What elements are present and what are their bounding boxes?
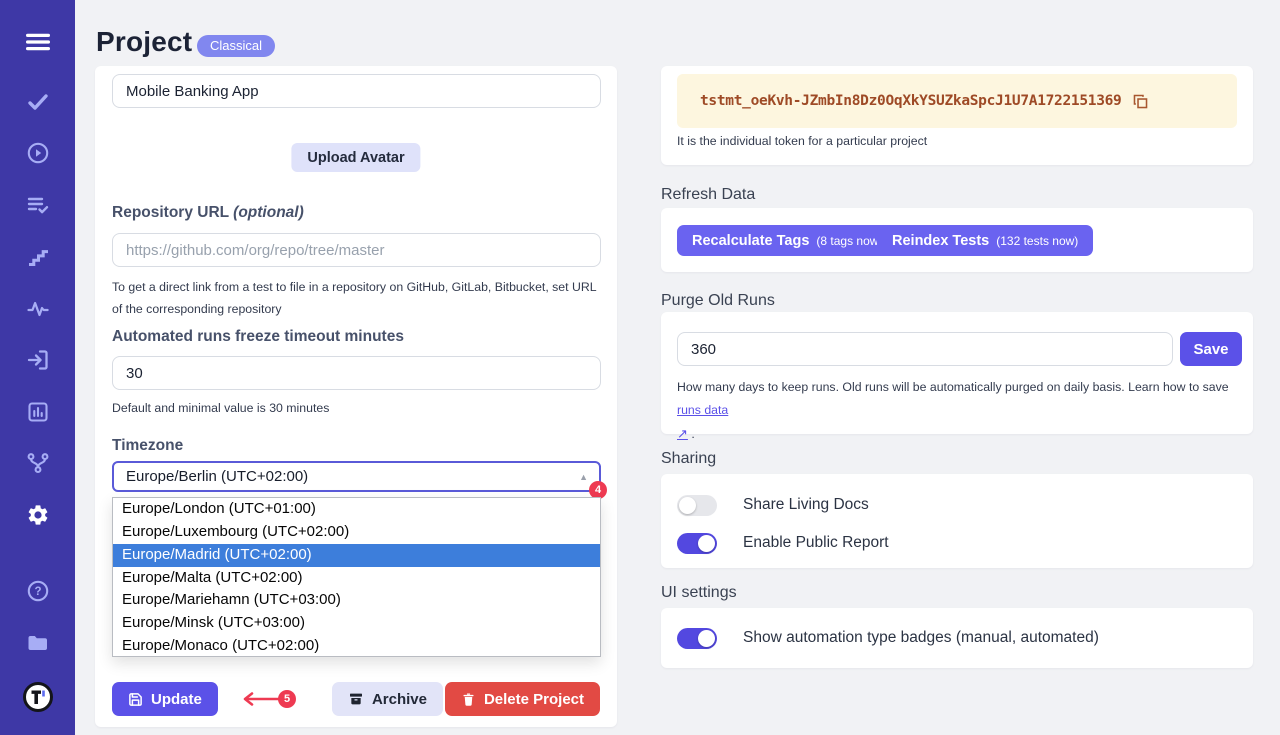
- branch-icon[interactable]: [26, 451, 50, 475]
- log-in-icon[interactable]: [26, 348, 50, 372]
- save-button[interactable]: Save: [1180, 332, 1242, 366]
- recalculate-tags-button[interactable]: Recalculate Tags (8 tags now): [677, 225, 897, 256]
- token-help-text: It is the individual token for a particu…: [677, 134, 927, 148]
- timezone-option[interactable]: Europe/Monaco (UTC+02:00): [113, 635, 600, 657]
- menu-icon[interactable]: [26, 30, 50, 54]
- timezone-option[interactable]: Europe/Minsk (UTC+03:00): [113, 612, 600, 635]
- annotation-arrow-left: [239, 692, 281, 711]
- external-link-icon[interactable]: ↗: [677, 426, 688, 441]
- timezone-label: Timezone: [112, 437, 183, 455]
- repository-url-input[interactable]: [112, 233, 601, 267]
- freeze-timeout-help: Default and minimal value is 30 minutes: [112, 397, 329, 419]
- project-token-value: tstmt_oeKvh-JZmbIn8Dz0OqXkYSUZkaSpcJ1U7A…: [700, 93, 1122, 109]
- toggle-knob: [698, 535, 715, 552]
- archive-icon: [348, 691, 364, 707]
- upload-avatar-button[interactable]: Upload Avatar: [291, 143, 420, 172]
- check-icon[interactable]: [26, 90, 50, 114]
- enable-public-report-toggle[interactable]: [677, 533, 717, 554]
- toggle-knob: [698, 630, 715, 647]
- repository-url-help: To get a direct link from a test to file…: [112, 276, 601, 320]
- logo-icon[interactable]: [22, 681, 54, 713]
- save-icon: [128, 692, 143, 707]
- sidebar: ?: [0, 0, 75, 735]
- svg-text:?: ?: [34, 586, 41, 598]
- project-name-input[interactable]: [112, 74, 601, 108]
- update-button[interactable]: Update: [112, 682, 218, 716]
- delete-project-button[interactable]: Delete Project: [445, 682, 600, 716]
- bar-chart-icon[interactable]: [26, 400, 50, 424]
- stairs-icon[interactable]: [26, 245, 50, 269]
- refresh-data-card: Recalculate Tags (8 tags now) Reindex Te…: [661, 208, 1253, 272]
- page-title: Project: [96, 26, 192, 58]
- sharing-card: Share Living Docs Enable Public Report: [661, 474, 1253, 568]
- freeze-timeout-input[interactable]: [112, 356, 601, 390]
- optional-hint: (optional): [233, 204, 304, 221]
- toggle-knob: [679, 497, 696, 514]
- enable-public-report-row: Enable Public Report: [677, 528, 1237, 558]
- chevron-up-icon: ▲: [579, 472, 588, 482]
- activity-icon[interactable]: [26, 297, 50, 321]
- ui-settings-heading: UI settings: [661, 584, 737, 602]
- timezone-option[interactable]: Europe/London (UTC+01:00): [113, 498, 600, 521]
- purge-help-text: How many days to keep runs. Old runs wil…: [677, 376, 1243, 446]
- share-living-docs-toggle[interactable]: [677, 495, 717, 516]
- ui-settings-card: Show automation type badges (manual, aut…: [661, 608, 1253, 668]
- annotation-badge-5: 5: [278, 690, 296, 708]
- timezone-dropdown-list: Europe/London (UTC+01:00) Europe/Luxembo…: [112, 497, 601, 657]
- project-form-card: Upload Avatar Repository URL (optional) …: [95, 66, 617, 727]
- toggle-label: Enable Public Report: [743, 534, 889, 552]
- share-living-docs-row: Share Living Docs: [677, 490, 1237, 520]
- play-circle-icon[interactable]: [26, 141, 50, 165]
- trash-icon: [461, 692, 476, 707]
- form-actions: Update 5 Archive Delete Project: [112, 682, 600, 716]
- sharing-heading: Sharing: [661, 450, 716, 468]
- help-icon[interactable]: ?: [26, 579, 50, 603]
- purge-old-runs-heading: Purge Old Runs: [661, 292, 775, 310]
- token-card: tstmt_oeKvh-JZmbIn8Dz0OqXkYSUZkaSpcJ1U7A…: [661, 66, 1253, 165]
- gear-icon[interactable]: [26, 503, 50, 527]
- automation-badges-toggle[interactable]: [677, 628, 717, 649]
- purge-old-runs-card: Save How many days to keep runs. Old run…: [661, 312, 1253, 434]
- runs-data-link[interactable]: runs data: [677, 403, 728, 417]
- project-token-box: tstmt_oeKvh-JZmbIn8Dz0OqXkYSUZkaSpcJ1U7A…: [677, 74, 1237, 128]
- timezone-option[interactable]: Europe/Mariehamn (UTC+03:00): [113, 589, 600, 612]
- list-check-icon[interactable]: [26, 193, 50, 217]
- refresh-data-heading: Refresh Data: [661, 186, 755, 204]
- copy-icon[interactable]: [1132, 93, 1149, 110]
- reindex-tests-button[interactable]: Reindex Tests (132 tests now): [877, 225, 1093, 256]
- project-type-badge: Classical: [197, 35, 275, 57]
- timezone-option[interactable]: Europe/Luxembourg (UTC+02:00): [113, 521, 600, 544]
- timezone-select[interactable]: Europe/Berlin (UTC+02:00) ▲ 4: [112, 461, 601, 492]
- repository-url-label: Repository URL (optional): [112, 204, 304, 222]
- timezone-selected-value: Europe/Berlin (UTC+02:00): [126, 468, 308, 485]
- folder-icon[interactable]: [26, 631, 50, 655]
- timezone-option[interactable]: Europe/Malta (UTC+02:00): [113, 567, 600, 590]
- project-settings-page: ? Project Classical Upload Avatar Reposi…: [0, 0, 1280, 735]
- automation-badges-row: Show automation type badges (manual, aut…: [677, 623, 1237, 653]
- toggle-label: Share Living Docs: [743, 496, 869, 514]
- timezone-option-highlighted[interactable]: Europe/Madrid (UTC+02:00): [113, 544, 600, 567]
- toggle-label: Show automation type badges (manual, aut…: [743, 629, 1099, 647]
- freeze-timeout-label: Automated runs freeze timeout minutes: [112, 328, 404, 346]
- archive-button[interactable]: Archive: [332, 682, 443, 716]
- purge-days-input[interactable]: [677, 332, 1173, 366]
